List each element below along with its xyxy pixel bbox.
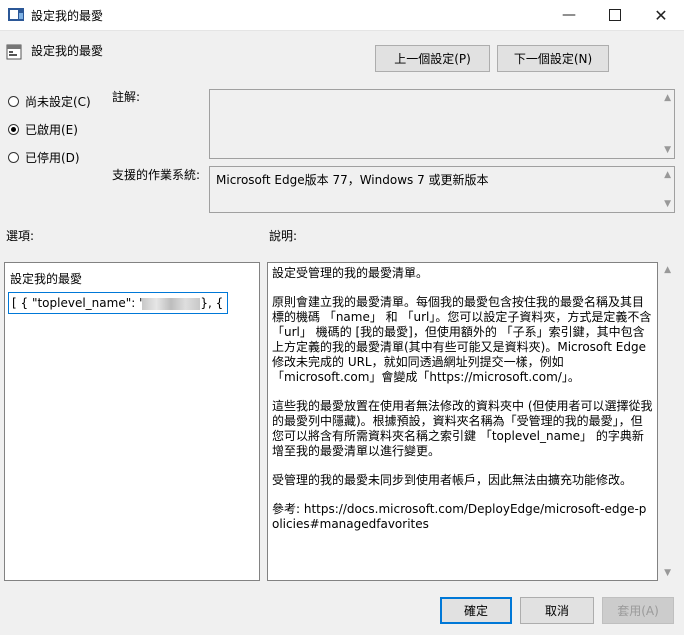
policy-editor-icon [8,8,24,21]
help-paragraph: 原則會建立我的最愛清單。每個我的最愛包含按住我的最愛名稱及其目標的機碼 「nam… [272,295,652,384]
scroll-down-icon[interactable]: ▼ [664,199,671,209]
title-bar: 設定我的最愛 — ✕ [0,0,684,31]
maximize-icon[interactable] [592,0,638,30]
cancel-button[interactable]: 取消 [520,597,594,624]
favorites-json-input[interactable]: [ { "toplevel_name": ' }, { [8,292,228,314]
comment-field[interactable]: ▲ ▼ [209,89,675,159]
help-label: 說明: [269,229,298,243]
next-setting-button[interactable]: 下一個設定(N) [497,45,609,72]
json-prefix: [ { "toplevel_name": ' [12,296,143,310]
radio-circle[interactable] [8,96,19,107]
scroll-up-icon[interactable]: ▲ [664,93,671,103]
previous-setting-button[interactable]: 上一個設定(P) [375,45,490,72]
help-paragraph: 受管理的我的最愛未同步到使用者帳戶，因此無法由擴充功能修改。 [272,473,633,487]
radio-enabled[interactable]: 已啟用(E) [8,121,78,138]
json-suffix: }, { [200,296,224,310]
radio-circle[interactable] [8,124,19,135]
close-icon[interactable]: ✕ [638,0,684,30]
radio-label: 已停用(D) [25,151,80,165]
supported-label: 支援的作業系統: [112,168,201,182]
help-panel: 設定受管理的我的最愛清單。 原則會建立我的最愛清單。每個我的最愛包含按住我的最愛… [267,262,658,581]
help-paragraph: 這些我的最愛放置在使用者無法修改的資料夾中 (但使用者可以選擇從我的最愛列中隱藏… [272,399,653,458]
radio-disabled[interactable]: 已停用(D) [8,149,80,166]
minimize-icon[interactable]: — [546,0,592,30]
radio-label: 已啟用(E) [25,123,78,137]
scroll-down-icon[interactable]: ▼ [664,568,671,578]
apply-button[interactable]: 套用(A) [602,597,674,624]
options-panel: 設定我的最愛 [ { "toplevel_name": ' }, { [4,262,260,581]
setting-page-icon [6,44,22,60]
radio-not-configured[interactable]: 尚未設定(C) [8,93,91,110]
help-scrollbar[interactable]: ▲ ▼ [659,262,676,581]
scroll-up-icon[interactable]: ▲ [664,170,671,180]
window-title: 設定我的最愛 [31,9,104,23]
favorites-field-label: 設定我的最愛 [10,272,83,286]
help-paragraph: 設定受管理的我的最愛清單。 [272,266,429,280]
redacted-value [142,297,201,310]
radio-label: 尚未設定(C) [25,95,91,109]
setting-name: 設定我的最愛 [31,44,104,58]
help-paragraph: 參考: https://docs.microsoft.com/DeployEdg… [272,502,647,531]
radio-circle[interactable] [8,152,19,163]
supported-value: Microsoft Edge版本 77，Windows 7 或更新版本 [216,173,489,187]
comment-label: 註解: [112,90,141,104]
options-label: 選項: [6,229,35,243]
supported-field: Microsoft Edge版本 77，Windows 7 或更新版本 ▲ ▼ [209,166,675,213]
scroll-down-icon[interactable]: ▼ [664,145,671,155]
ok-button[interactable]: 確定 [440,597,512,624]
scroll-up-icon[interactable]: ▲ [664,265,671,275]
